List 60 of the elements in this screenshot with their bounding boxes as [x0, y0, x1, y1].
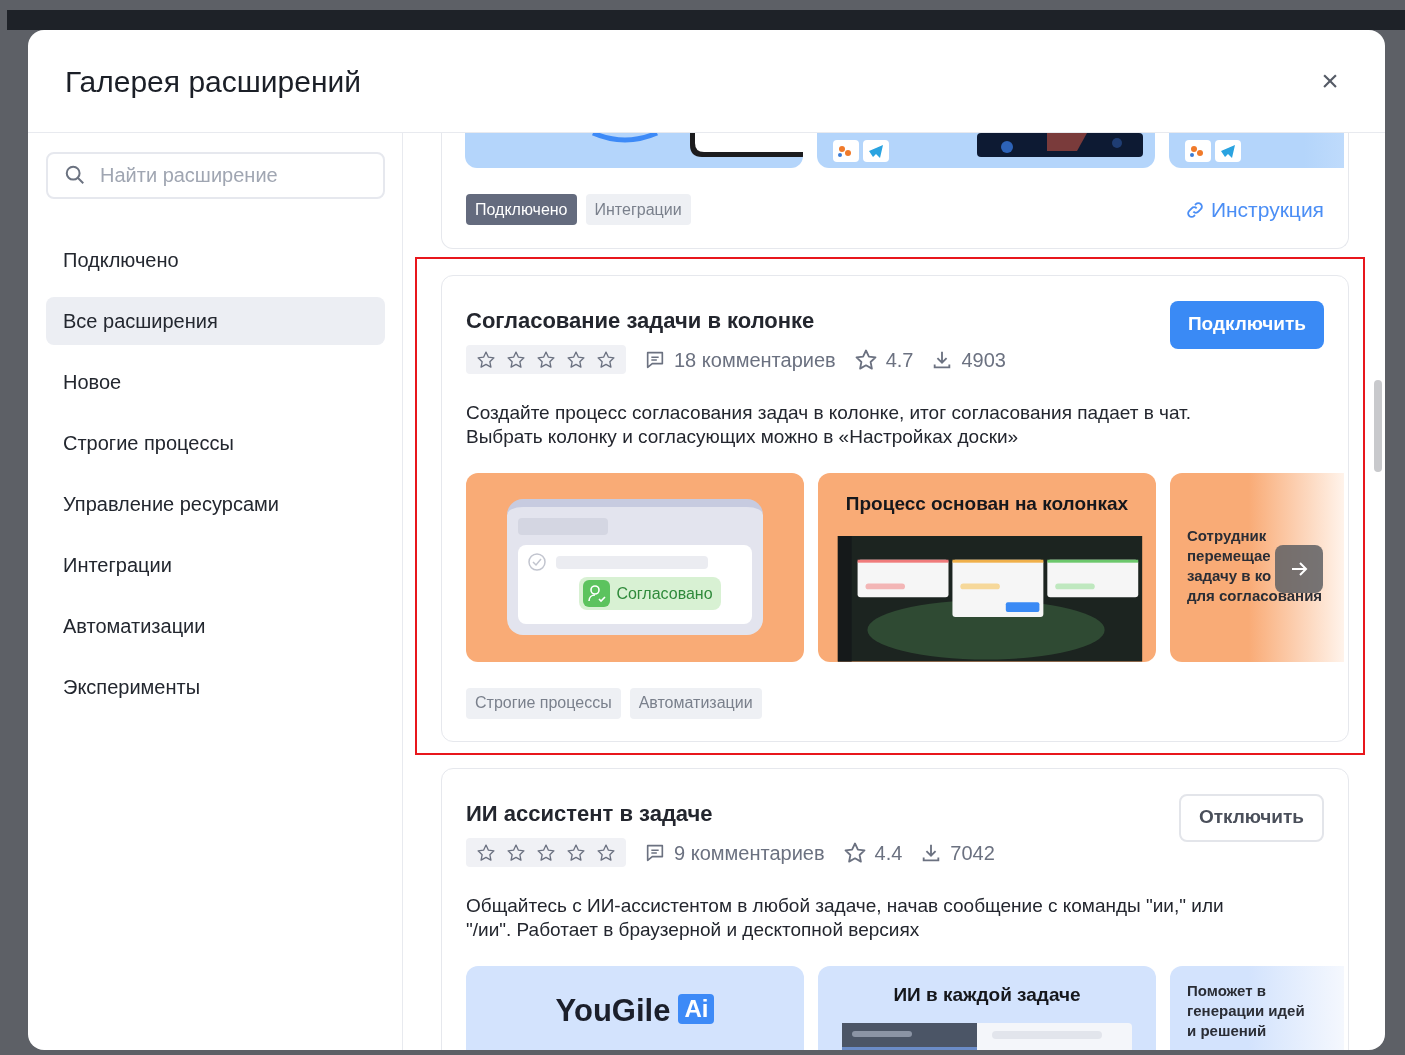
- slide-caption: Процесс основан на колонках: [845, 491, 1129, 516]
- extension-description: Создайте процесс согласования задач в колонке, итог согласования падает в чат. Выбрать колонку и согласующих можно в «Настройках доски»: [466, 400, 1192, 449]
- user-check-icon: [583, 580, 611, 607]
- sidebar-item[interactable]: Новое: [46, 358, 385, 406]
- star-icon[interactable]: [506, 349, 526, 370]
- downloads-count: 7042: [950, 840, 995, 866]
- star-icon[interactable]: [476, 349, 496, 370]
- extension-title: Согласование задачи в колонке: [466, 306, 815, 335]
- star-icon[interactable]: [476, 842, 496, 863]
- sidebar-item[interactable]: Все расширения: [46, 297, 385, 345]
- sidebar-item[interactable]: Автоматизации: [46, 602, 385, 650]
- slide-text: генерации идей: [1187, 1000, 1305, 1021]
- downloads-count: 4903: [961, 347, 1006, 373]
- star-icon[interactable]: [536, 349, 556, 370]
- search-icon: [64, 164, 86, 186]
- sidebar-item[interactable]: Подключено: [46, 236, 385, 284]
- sidebar-item[interactable]: Интеграции: [46, 541, 385, 589]
- star-icon[interactable]: [596, 842, 616, 863]
- comments-count: 9 комментариев: [674, 840, 825, 866]
- sidebar-item[interactable]: Строгие процессы: [46, 419, 385, 467]
- star-rating[interactable]: [466, 345, 626, 374]
- star-icon[interactable]: [506, 842, 526, 863]
- disconnect-button[interactable]: Отключить: [1178, 793, 1324, 842]
- tag: Подключено: [466, 194, 577, 226]
- tag: Автоматизации: [629, 687, 762, 719]
- sidebar-item[interactable]: Эксперименты: [46, 663, 385, 711]
- ai-badge: Ai: [678, 993, 715, 1024]
- rating-value: 4.4: [874, 840, 903, 866]
- slide-text: для согласования: [1187, 585, 1323, 606]
- logo-text: YouGile: [555, 991, 671, 1030]
- close-button[interactable]: ×: [1315, 66, 1345, 96]
- slide-text: Сотрудник: [1187, 525, 1267, 546]
- comments-count: 18 комментариев: [674, 347, 836, 373]
- star-icon[interactable]: [566, 349, 586, 370]
- slide-text: и решений: [1187, 1020, 1267, 1041]
- extension-title: ИИ ассистент в задаче: [466, 799, 713, 828]
- app-icons: [833, 140, 891, 162]
- link-icon: [1184, 199, 1205, 220]
- slide-text: Поможет в: [1187, 980, 1266, 1001]
- star-icon[interactable]: [566, 842, 586, 863]
- slide-caption: ИИ в каждой задаче: [893, 982, 1081, 1007]
- star-icon: [842, 840, 867, 865]
- star-icon: [853, 347, 878, 372]
- star-icon[interactable]: [536, 842, 556, 863]
- sidebar-item[interactable]: Управление ресурсами: [46, 480, 385, 528]
- extension-description: Общайтесь с ИИ-ассистентом в любой задаче, начав сообщение с команды "ии," или "/ии". Работает в браузерной и десктопной версиях: [466, 893, 1225, 942]
- rating-value: 4.7: [885, 347, 914, 373]
- approved-badge: Согласовано: [579, 577, 721, 610]
- slide-text: перемещае: [1187, 545, 1271, 566]
- search-field[interactable]: Найти расширение: [46, 152, 385, 199]
- tag: Строгие процессы: [466, 687, 621, 719]
- slide-text: задачу в ко: [1187, 565, 1272, 586]
- star-icon[interactable]: [596, 349, 616, 370]
- next-slide-button[interactable]: [1275, 544, 1323, 593]
- app-icons: [1185, 140, 1243, 162]
- star-rating[interactable]: [466, 838, 626, 867]
- dialog-title: Галерея расширений: [65, 63, 362, 100]
- scrollbar-thumb[interactable]: [1374, 380, 1382, 472]
- check-circle-icon: [528, 553, 546, 571]
- tag: Интеграции: [585, 194, 691, 226]
